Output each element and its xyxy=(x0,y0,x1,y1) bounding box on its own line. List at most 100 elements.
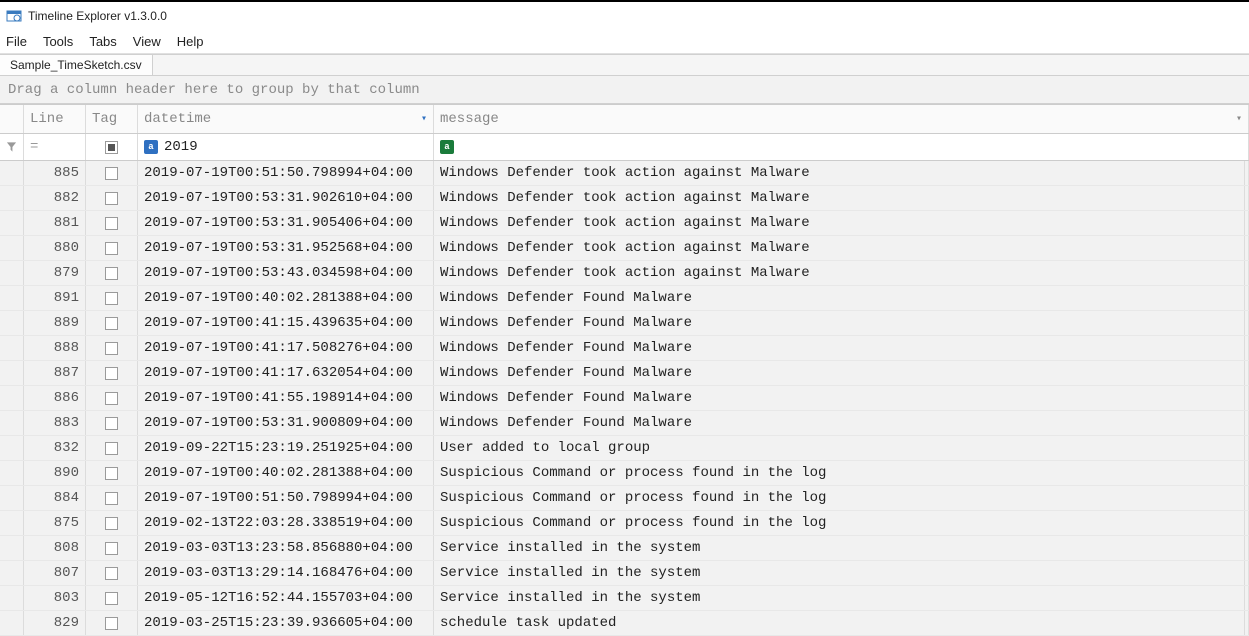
tab-file[interactable]: Sample_TimeSketch.csv xyxy=(0,55,153,75)
cell-tag[interactable] xyxy=(86,236,138,260)
table-row[interactable]: 8862019-07-19T00:41:55.198914+04:00Windo… xyxy=(0,386,1249,411)
menu-file[interactable]: File xyxy=(6,34,27,49)
group-hint: Drag a column header here to group by th… xyxy=(8,82,420,98)
grid-body: 8852019-07-19T00:51:50.798994+04:00Windo… xyxy=(0,161,1249,636)
tag-checkbox[interactable] xyxy=(105,542,118,555)
header-tag[interactable]: Tag xyxy=(86,105,138,133)
row-edge xyxy=(1245,161,1249,185)
tag-checkbox[interactable] xyxy=(105,492,118,505)
cell-tag[interactable] xyxy=(86,261,138,285)
tag-checkbox[interactable] xyxy=(105,167,118,180)
cell-tag[interactable] xyxy=(86,511,138,535)
cell-tag[interactable] xyxy=(86,361,138,385)
table-row[interactable]: 8842019-07-19T00:51:50.798994+04:00Suspi… xyxy=(0,486,1249,511)
table-row[interactable]: 8322019-09-22T15:23:19.251925+04:00User … xyxy=(0,436,1249,461)
cell-datetime: 2019-07-19T00:53:43.034598+04:00 xyxy=(138,261,434,285)
row-indicator xyxy=(0,361,24,385)
tag-checkbox[interactable] xyxy=(105,367,118,380)
cell-tag[interactable] xyxy=(86,286,138,310)
table-row[interactable]: 8082019-03-03T13:23:58.856880+04:00Servi… xyxy=(0,536,1249,561)
tag-checkbox[interactable] xyxy=(105,467,118,480)
cell-datetime: 2019-03-03T13:29:14.168476+04:00 xyxy=(138,561,434,585)
dropdown-icon[interactable]: ▾ xyxy=(1236,113,1242,125)
tag-checkbox[interactable] xyxy=(105,567,118,580)
menu-tools[interactable]: Tools xyxy=(43,34,73,49)
cell-tag[interactable] xyxy=(86,461,138,485)
text-filter-icon: a xyxy=(144,140,158,154)
tag-checkbox[interactable] xyxy=(105,417,118,430)
cell-tag[interactable] xyxy=(86,411,138,435)
cell-tag[interactable] xyxy=(86,386,138,410)
tag-checkbox[interactable] xyxy=(105,442,118,455)
filter-datetime[interactable]: a 2019 xyxy=(138,134,434,160)
cell-tag[interactable] xyxy=(86,561,138,585)
tag-checkbox[interactable] xyxy=(105,267,118,280)
cell-tag[interactable] xyxy=(86,436,138,460)
table-row[interactable]: 8892019-07-19T00:41:15.439635+04:00Windo… xyxy=(0,311,1249,336)
cell-tag[interactable] xyxy=(86,311,138,335)
cell-line: 803 xyxy=(24,586,86,610)
tag-checkbox[interactable] xyxy=(105,592,118,605)
table-row[interactable]: 8912019-07-19T00:40:02.281388+04:00Windo… xyxy=(0,286,1249,311)
cell-tag[interactable] xyxy=(86,336,138,360)
cell-message: Windows Defender took action against Mal… xyxy=(434,236,1245,260)
cell-datetime: 2019-07-19T00:53:31.902610+04:00 xyxy=(138,186,434,210)
cell-tag[interactable] xyxy=(86,211,138,235)
cell-message: Service installed in the system xyxy=(434,536,1245,560)
table-row[interactable]: 8882019-07-19T00:41:17.508276+04:00Windo… xyxy=(0,336,1249,361)
header-line[interactable]: Line xyxy=(24,105,86,133)
table-row[interactable]: 8832019-07-19T00:53:31.900809+04:00Windo… xyxy=(0,411,1249,436)
tag-checkbox[interactable] xyxy=(105,292,118,305)
table-row[interactable]: 8902019-07-19T00:40:02.281388+04:00Suspi… xyxy=(0,461,1249,486)
filter-message[interactable]: a xyxy=(434,134,1249,160)
row-edge xyxy=(1245,336,1249,360)
tag-checkbox[interactable] xyxy=(105,317,118,330)
group-panel[interactable]: Drag a column header here to group by th… xyxy=(0,76,1249,104)
cell-line: 884 xyxy=(24,486,86,510)
menu-view[interactable]: View xyxy=(133,34,161,49)
cell-message: Windows Defender Found Malware xyxy=(434,286,1245,310)
menu-tabs[interactable]: Tabs xyxy=(89,34,116,49)
row-indicator xyxy=(0,511,24,535)
cell-tag[interactable] xyxy=(86,536,138,560)
cell-message: User added to local group xyxy=(434,436,1245,460)
row-indicator xyxy=(0,561,24,585)
cell-datetime: 2019-09-22T15:23:19.251925+04:00 xyxy=(138,436,434,460)
table-row[interactable]: 8802019-07-19T00:53:31.952568+04:00Windo… xyxy=(0,236,1249,261)
tag-checkbox[interactable] xyxy=(105,617,118,630)
filter-tag[interactable] xyxy=(86,134,138,160)
tag-checkbox[interactable] xyxy=(105,392,118,405)
tag-checkbox[interactable] xyxy=(105,217,118,230)
table-row[interactable]: 8792019-07-19T00:53:43.034598+04:00Windo… xyxy=(0,261,1249,286)
tag-checkbox[interactable] xyxy=(105,242,118,255)
table-row[interactable]: 8292019-03-25T15:23:39.936605+04:00sched… xyxy=(0,611,1249,636)
filter-tag-checkbox[interactable] xyxy=(105,141,118,154)
table-row[interactable]: 8872019-07-19T00:41:17.632054+04:00Windo… xyxy=(0,361,1249,386)
table-row[interactable]: 8072019-03-03T13:29:14.168476+04:00Servi… xyxy=(0,561,1249,586)
menu-help[interactable]: Help xyxy=(177,34,204,49)
menubar: File Tools Tabs View Help xyxy=(0,30,1249,54)
header-message[interactable]: message ▾ xyxy=(434,105,1249,133)
cell-tag[interactable] xyxy=(86,486,138,510)
tag-checkbox[interactable] xyxy=(105,517,118,530)
cell-tag[interactable] xyxy=(86,161,138,185)
filter-active-icon[interactable]: ▾ xyxy=(421,113,427,125)
cell-datetime: 2019-03-03T13:23:58.856880+04:00 xyxy=(138,536,434,560)
table-row[interactable]: 8822019-07-19T00:53:31.902610+04:00Windo… xyxy=(0,186,1249,211)
cell-tag[interactable] xyxy=(86,586,138,610)
cell-line: 885 xyxy=(24,161,86,185)
table-row[interactable]: 8852019-07-19T00:51:50.798994+04:00Windo… xyxy=(0,161,1249,186)
row-edge xyxy=(1245,361,1249,385)
cell-line: 883 xyxy=(24,411,86,435)
filter-funnel-icon[interactable] xyxy=(0,134,24,160)
tag-checkbox[interactable] xyxy=(105,342,118,355)
cell-tag[interactable] xyxy=(86,186,138,210)
table-row[interactable]: 8812019-07-19T00:53:31.905406+04:00Windo… xyxy=(0,211,1249,236)
filter-line[interactable]: = xyxy=(24,134,86,160)
tag-checkbox[interactable] xyxy=(105,192,118,205)
cell-tag[interactable] xyxy=(86,611,138,635)
row-indicator xyxy=(0,411,24,435)
table-row[interactable]: 8752019-02-13T22:03:28.338519+04:00Suspi… xyxy=(0,511,1249,536)
header-datetime[interactable]: datetime ▾ xyxy=(138,105,434,133)
table-row[interactable]: 8032019-05-12T16:52:44.155703+04:00Servi… xyxy=(0,586,1249,611)
